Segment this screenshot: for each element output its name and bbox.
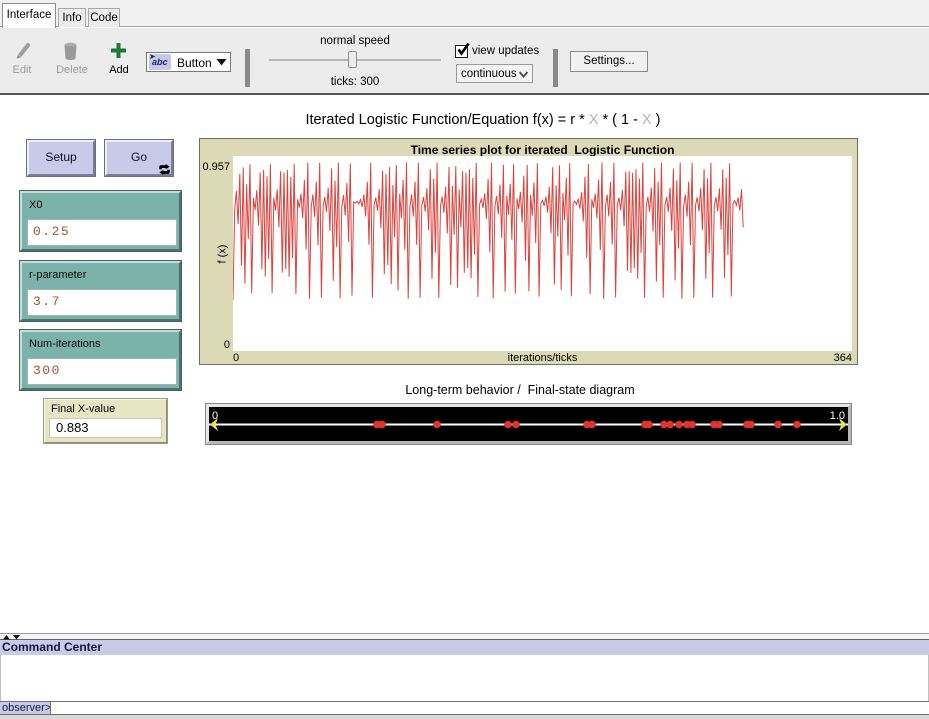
svg-text:1.0: 1.0	[830, 410, 845, 422]
svg-text:0: 0	[212, 410, 218, 422]
